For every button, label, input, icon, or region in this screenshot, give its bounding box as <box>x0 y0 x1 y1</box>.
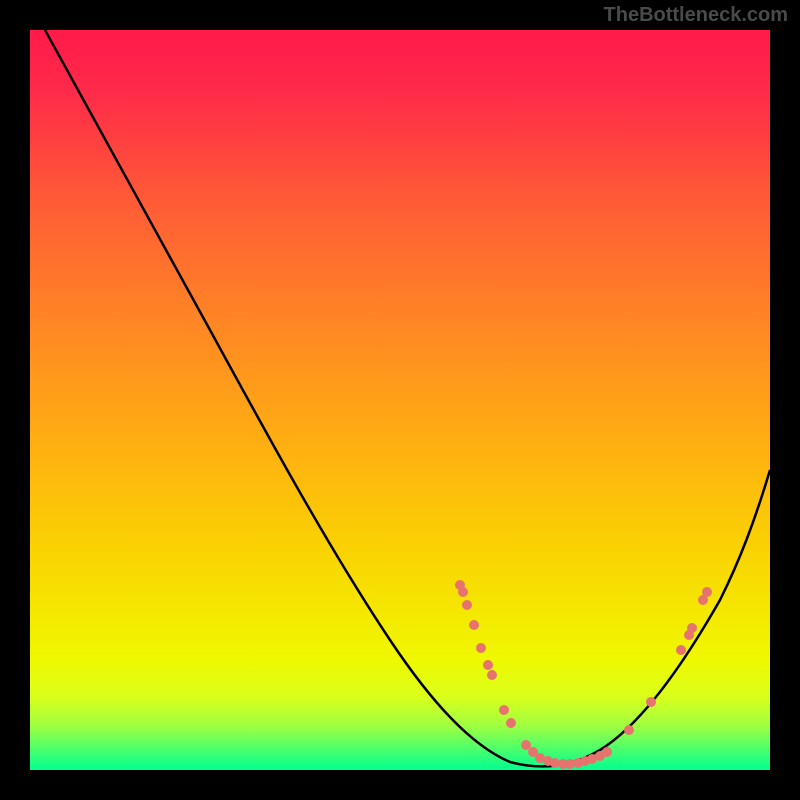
watermark-text: TheBottleneck.com <box>604 4 788 27</box>
data-point <box>458 587 468 597</box>
chart-svg <box>30 30 770 770</box>
bottleneck-curve <box>45 30 770 766</box>
data-point <box>483 660 493 670</box>
data-point <box>687 623 697 633</box>
data-point <box>506 718 516 728</box>
data-point <box>676 645 686 655</box>
data-point <box>702 587 712 597</box>
data-point <box>462 600 472 610</box>
data-point <box>476 643 486 653</box>
data-point <box>499 705 509 715</box>
data-point <box>487 670 497 680</box>
data-point <box>646 697 656 707</box>
data-point <box>469 620 479 630</box>
data-point <box>624 725 634 735</box>
data-point <box>602 747 612 757</box>
chart-plot-area <box>30 30 770 770</box>
